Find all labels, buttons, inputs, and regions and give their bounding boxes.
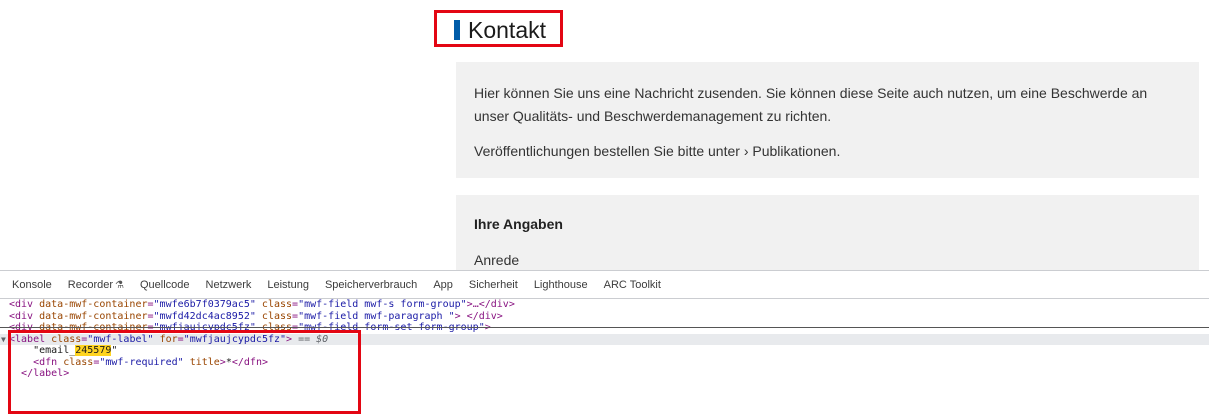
intro-paragraph-1: Hier können Sie uns eine Nachricht zusen… [474,85,1148,124]
tab-konsole[interactable]: Konsole [4,279,60,291]
expand-triangle-icon[interactable]: ▼ [1,334,6,346]
tab-recorder-label: Recorder [67,278,114,291]
tab-netzwerk[interactable]: Netzwerk [198,279,260,291]
code-highlight-box [8,330,361,414]
tab-arc-toolkit[interactable]: ARC Toolkit [596,279,669,291]
intro-p2-suffix: . [836,143,841,159]
tab-leistung[interactable]: Leistung [259,279,317,291]
form-section-title: Ihre Angaben [474,216,563,232]
tab-app[interactable]: App [425,279,461,291]
tab-lighthouse[interactable]: Lighthouse [526,279,596,291]
tab-speicherverbrauch[interactable]: Speicherverbrauch [317,279,425,291]
dom-node-line[interactable]: <div data-mwf-container="mwfd42dc4ac8952… [0,311,1209,323]
intro-text: Hier können Sie uns eine Nachricht zusen… [474,82,1184,163]
form-panel [456,195,1199,275]
devtools-tabbar: Konsole Recorder ⚗ Quellcode Netzwerk Lei… [0,271,1209,299]
heading-highlight-box [434,10,563,47]
anrede-label: Anrede [474,252,520,268]
tab-sicherheit[interactable]: Sicherheit [461,279,526,291]
tab-quellcode[interactable]: Quellcode [132,279,198,291]
web-page: Kontakt Hier können Sie uns eine Nachric… [0,0,1209,275]
intro-paragraph-2: Veröffentlichungen bestellen Sie bitte u… [474,140,1184,163]
dom-node-line[interactable]: <div data-mwf-container="mwfe6b7f0379ac5… [0,299,1209,311]
tab-recorder[interactable]: Recorder ⚗ [60,279,132,291]
flask-icon: ⚗ [115,279,124,291]
strike-overlay [0,327,1209,328]
intro-p2-prefix: Veröffentlichungen bestellen Sie bitte u… [474,143,744,159]
publikationen-link[interactable]: › Publikationen [744,143,837,159]
